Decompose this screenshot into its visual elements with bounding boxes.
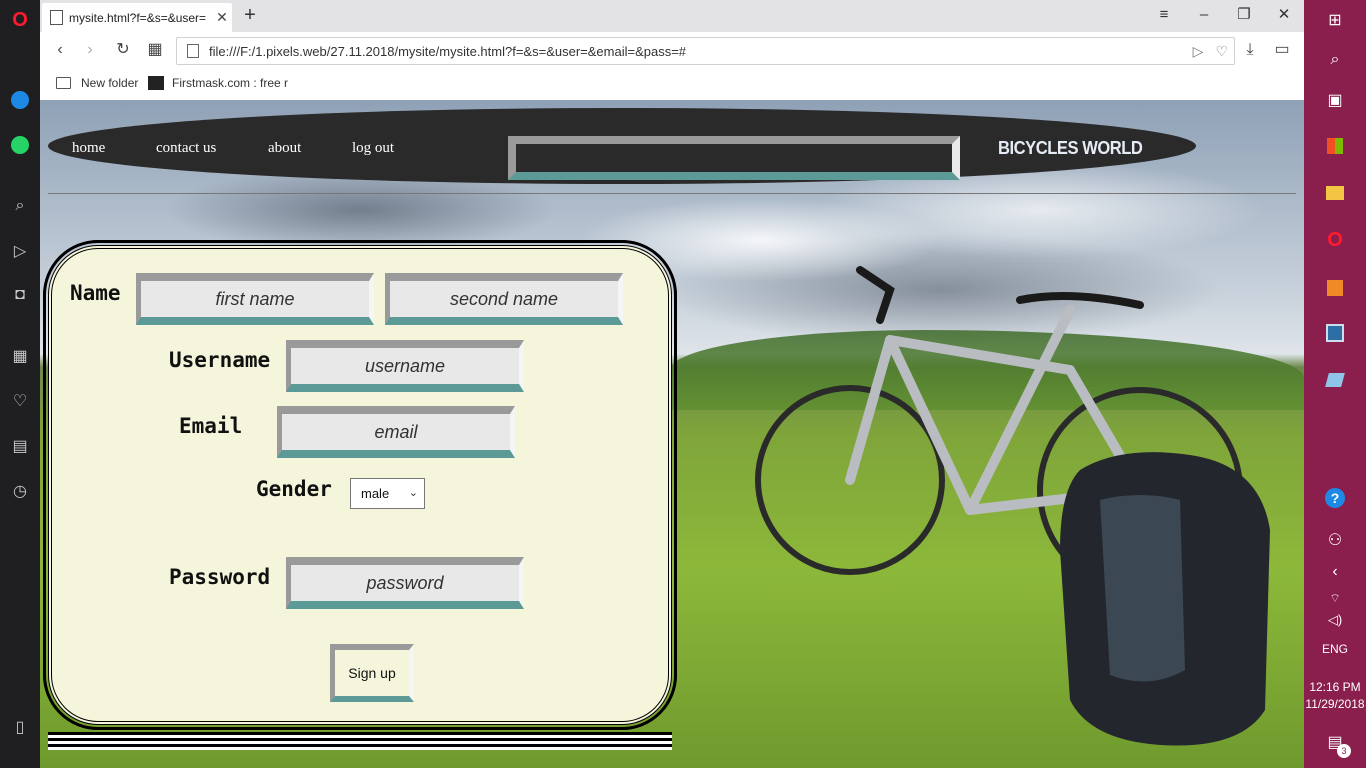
chevron-down-icon: ⌄ [408, 487, 418, 499]
news-icon[interactable]: ▤ [8, 434, 32, 458]
tab-active[interactable]: mysite.html?f=&s=&user= ✕ [42, 3, 232, 32]
gender-select[interactable]: male ⌄ [350, 478, 425, 509]
whatsapp-icon[interactable] [8, 133, 32, 157]
language-indicator[interactable]: ENG [1304, 642, 1366, 656]
close-window-button[interactable]: ✕ [1268, 4, 1300, 28]
notification-center-icon[interactable]: ▤ 3 [1323, 730, 1351, 758]
page-icon [187, 44, 199, 58]
forward-button[interactable]: › [78, 38, 102, 62]
second-name-placeholder: second name [449, 288, 559, 309]
camera-icon[interactable]: ◘ [8, 283, 32, 307]
password-label: Password [169, 565, 271, 589]
url-text: file:///F:/1.pixels.web/27.11.2018/mysit… [209, 43, 687, 59]
folder-icon [56, 77, 71, 89]
help-icon[interactable]: ? [1323, 486, 1347, 510]
password-placeholder: password [366, 572, 444, 593]
opera-taskbar-icon[interactable]: O [1323, 228, 1347, 252]
battery-icon[interactable]: ▭ [1270, 38, 1294, 62]
first-name-placeholder: first name [215, 288, 295, 309]
brand-logo-text: BICYCLES WORLD [998, 138, 1143, 158]
nav-home-link[interactable]: home [72, 140, 105, 157]
second-name-field[interactable]: second name [385, 273, 623, 325]
page-icon [50, 10, 63, 25]
minimize-button[interactable]: – [1188, 4, 1220, 28]
heart-icon[interactable]: ♡ [8, 389, 32, 413]
search-icon[interactable]: ⌕ [1323, 48, 1347, 72]
clock-date[interactable]: 11/29/2018 [1304, 697, 1366, 711]
download-icon[interactable]: ⤓ [1238, 38, 1262, 62]
bookmark-new-folder[interactable]: New folder [56, 76, 138, 90]
striped-footer [48, 732, 672, 750]
windows-taskbar: ⊞ ⌕ ▣ O ? ⚇ ‹ ⌔ ◁) ENG 12:16 PM 11/29/20… [1304, 0, 1366, 768]
first-name-field[interactable]: first name [136, 273, 374, 325]
bookmark-firstmask[interactable]: Firstmask.com : free r [148, 76, 288, 90]
clock-time[interactable]: 12:16 PM [1304, 680, 1366, 694]
network-icon[interactable]: ⌔ [1323, 586, 1347, 610]
signup-button[interactable]: Sign up [330, 644, 414, 702]
maximize-button[interactable]: ❐ [1228, 4, 1260, 28]
sidebar-toggle-icon[interactable]: ▯ [8, 715, 32, 739]
tab-menu-icon[interactable]: ≡ [1148, 4, 1180, 28]
address-bar-row: ‹ › ↻ ▦ file:///F:/1.pixels.web/27.11.20… [40, 32, 1304, 68]
signup-label: Sign up [348, 665, 396, 681]
bicycle-illustration [755, 266, 1270, 746]
history-icon[interactable]: ◷ [8, 479, 32, 503]
firstmask-logo-icon [148, 76, 164, 90]
media-player-icon[interactable] [1323, 276, 1347, 300]
signup-form: Name first name second name Username use… [43, 240, 677, 730]
close-icon[interactable]: ✕ [212, 9, 232, 26]
tab-bar: mysite.html?f=&s=&user= ✕ + ≡ – ❐ ✕ [40, 0, 1304, 32]
nav-contact-link[interactable]: contact us [156, 140, 216, 157]
tab-title: mysite.html?f=&s=&user= [69, 10, 207, 25]
username-label: Username [169, 348, 271, 372]
tabs-grid-icon[interactable]: ▦ [143, 38, 167, 62]
nav-logout-link[interactable]: log out [352, 140, 394, 157]
email-field[interactable]: email [277, 406, 515, 458]
send-page-icon[interactable]: ▷ [1187, 43, 1210, 60]
reload-button[interactable]: ↻ [111, 38, 135, 62]
windows-start-icon[interactable]: ⊞ [1323, 8, 1347, 32]
app-icon[interactable] [1323, 321, 1347, 345]
store-icon[interactable] [1323, 134, 1347, 158]
speed-dial-icon[interactable]: ▦ [8, 344, 32, 368]
people-icon[interactable]: ⚇ [1323, 528, 1347, 552]
email-label: Email [179, 414, 243, 438]
back-button[interactable]: ‹ [48, 38, 72, 62]
bookmark-label: Firstmask.com : free r [172, 76, 289, 90]
bookmark-label: New folder [81, 76, 139, 90]
bookmarks-bar: New folder Firstmask.com : free r [40, 68, 1304, 101]
gender-value: male [361, 486, 390, 501]
username-field[interactable]: username [286, 340, 524, 392]
password-field[interactable]: password [286, 557, 524, 609]
opera-sidebar: O ⌕ ▷ ◘ ▦ ♡ ▤ ◷ ▯ [0, 0, 40, 768]
messenger-icon[interactable] [8, 88, 32, 112]
web-page: home contact us about log out BICYCLES W… [40, 100, 1304, 768]
file-explorer-icon[interactable] [1323, 181, 1347, 205]
search-input[interactable] [508, 136, 960, 180]
opera-logo-icon[interactable]: O [8, 8, 32, 32]
eraser-app-icon[interactable] [1323, 368, 1347, 392]
name-label: Name [70, 281, 121, 305]
nav-about-link[interactable]: about [268, 140, 301, 157]
notification-badge: 3 [1337, 744, 1351, 758]
email-placeholder: email [374, 421, 418, 442]
search-icon[interactable]: ⌕ [8, 194, 32, 218]
chevron-left-icon[interactable]: ‹ [1323, 560, 1347, 584]
divider [48, 193, 1296, 194]
volume-icon[interactable]: ◁) [1323, 608, 1347, 632]
username-placeholder: username [364, 355, 446, 376]
new-tab-button[interactable]: + [238, 4, 262, 28]
top-navigation: home contact us about log out BICYCLES W… [48, 108, 1196, 184]
gender-label: Gender [256, 477, 332, 501]
address-input[interactable]: file:///F:/1.pixels.web/27.11.2018/mysit… [176, 37, 1235, 65]
send-icon[interactable]: ▷ [8, 239, 32, 263]
bookmark-heart-icon[interactable]: ♡ [1209, 43, 1234, 60]
task-view-icon[interactable]: ▣ [1323, 88, 1347, 112]
